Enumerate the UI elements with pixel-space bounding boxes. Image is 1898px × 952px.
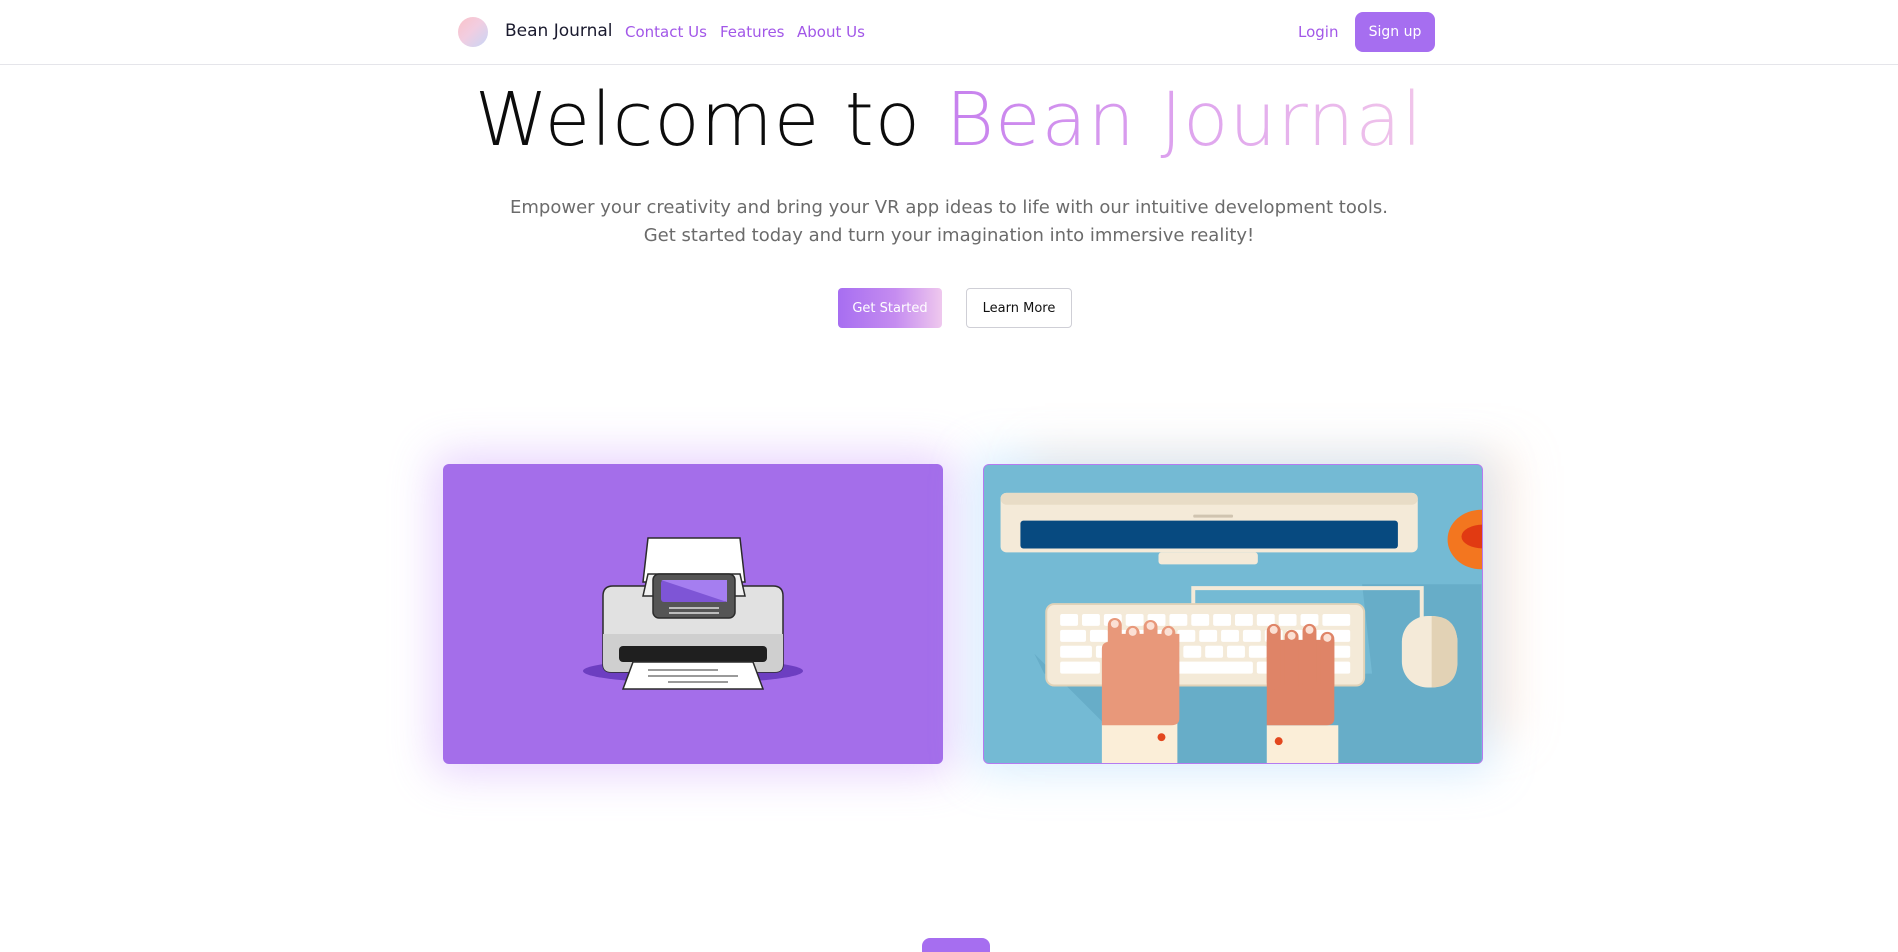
keyboard-typing-illustration bbox=[984, 465, 1482, 763]
hero-title-accent: Bean Journal bbox=[945, 77, 1424, 163]
printer-card bbox=[443, 464, 943, 764]
get-started-button[interactable]: Get Started bbox=[838, 288, 942, 328]
brand-name[interactable]: Bean Journal bbox=[505, 21, 613, 41]
logo-icon[interactable] bbox=[458, 17, 488, 47]
bottom-section-badge bbox=[922, 938, 990, 952]
login-link[interactable]: Login bbox=[1298, 23, 1338, 41]
nav-link-features[interactable]: Features bbox=[720, 23, 785, 41]
top-nav: Bean Journal Contact Us Features About U… bbox=[0, 0, 1898, 65]
hero-title-plain: Welcome to bbox=[474, 77, 946, 163]
signup-button[interactable]: Sign up bbox=[1355, 12, 1435, 52]
learn-more-button[interactable]: Learn More bbox=[966, 288, 1072, 328]
printer-icon bbox=[583, 537, 803, 690]
hero-title: Welcome to Bean Journal bbox=[0, 77, 1898, 163]
nav-link-contact-us[interactable]: Contact Us bbox=[625, 23, 707, 41]
keyboard-card bbox=[983, 464, 1483, 764]
hero-subtitle: Empower your creativity and bring your V… bbox=[510, 197, 1388, 246]
nav-link-about-us[interactable]: About Us bbox=[797, 23, 865, 41]
